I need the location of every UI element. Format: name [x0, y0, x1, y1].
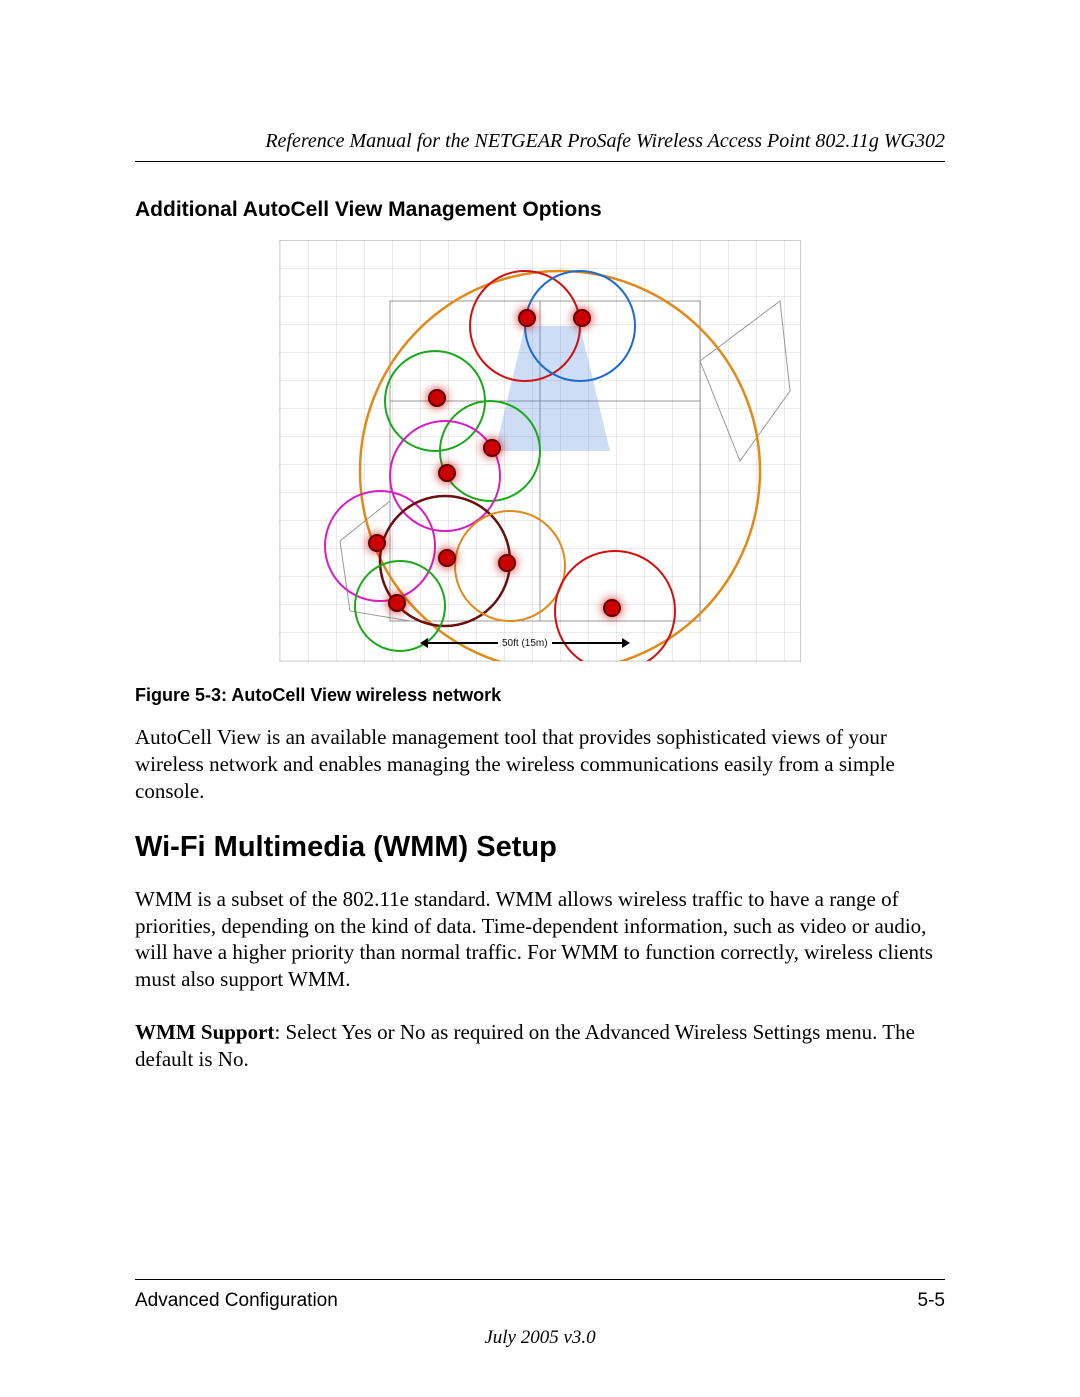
access-point-icon: [573, 309, 591, 327]
wmm-setup-heading: Wi-Fi Multimedia (WMM) Setup: [135, 831, 945, 864]
autocell-description-paragraph: AutoCell View is an available management…: [135, 724, 945, 805]
footer-page-number: 5-5: [918, 1290, 945, 1312]
autocell-options-subhead: Additional AutoCell View Management Opti…: [135, 198, 945, 222]
access-point-icon: [368, 534, 386, 552]
page-footer: Advanced Configuration 5-5: [135, 1279, 945, 1312]
access-point-icon: [498, 554, 516, 572]
figure-scale-label: 50ft (15m): [502, 638, 548, 649]
access-point-icon: [388, 594, 406, 612]
wmm-support-label: WMM Support: [135, 1020, 274, 1044]
access-point-icon: [438, 549, 456, 567]
access-point-icon: [438, 464, 456, 482]
wmm-description-paragraph: WMM is a subset of the 802.11e standard.…: [135, 886, 945, 994]
wmm-support-paragraph: WMM Support: Select Yes or No as require…: [135, 1019, 945, 1073]
footer-version: July 2005 v3.0: [135, 1327, 945, 1349]
figure-scale-bar: 50ft (15m): [420, 635, 630, 651]
figure-5-3-container: 50ft (15m): [135, 240, 945, 667]
access-point-icon: [428, 389, 446, 407]
figure-5-3-caption: Figure 5-3: AutoCell View wireless netwo…: [135, 685, 945, 706]
running-header: Reference Manual for the NETGEAR ProSafe…: [135, 130, 945, 162]
access-point-icon: [518, 309, 536, 327]
access-point-icon: [483, 439, 501, 457]
access-point-icon: [603, 599, 621, 617]
page: Reference Manual for the NETGEAR ProSafe…: [0, 0, 1080, 1397]
footer-section-name: Advanced Configuration: [135, 1290, 338, 1312]
autocell-view-svg: [280, 241, 800, 661]
autocell-view-figure: 50ft (15m): [279, 240, 801, 662]
